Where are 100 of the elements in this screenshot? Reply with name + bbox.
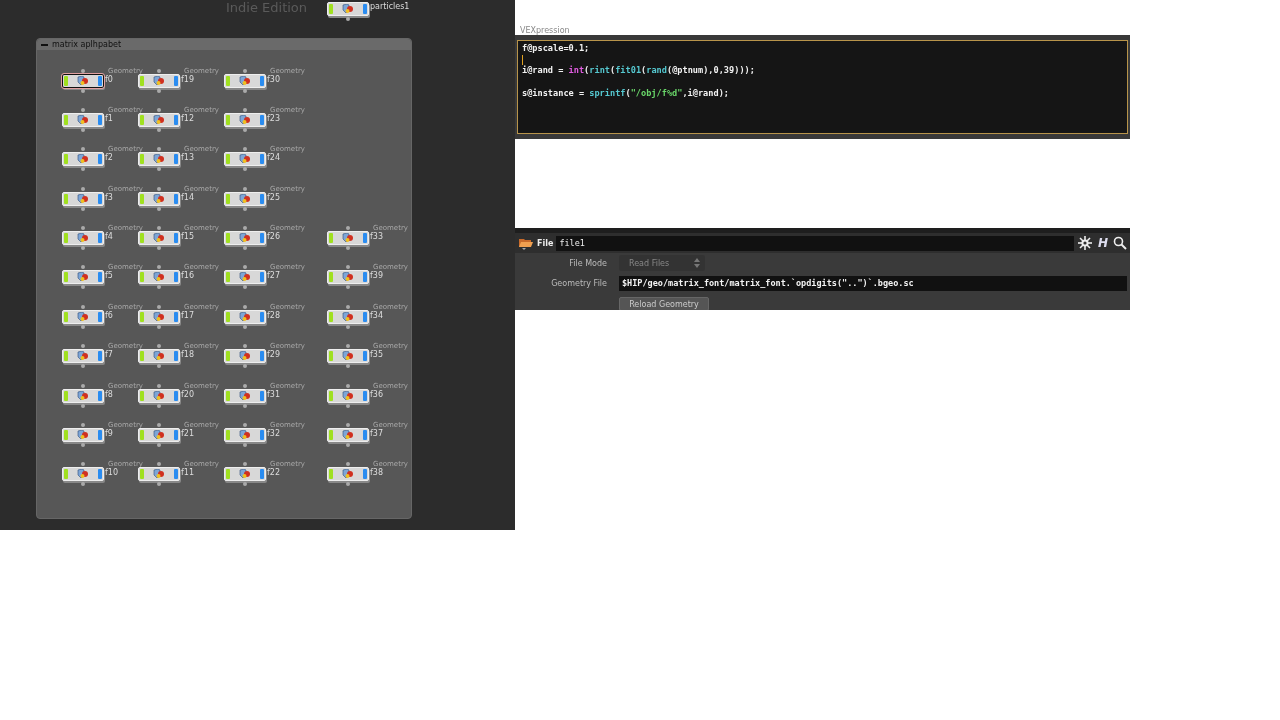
geometry-node-icon [77,193,89,204]
output-connector[interactable] [346,482,350,487]
node-name-field[interactable]: file1 [556,235,1074,251]
node-name: f24 [267,153,280,164]
output-connector[interactable] [157,442,161,447]
output-connector[interactable] [81,442,85,447]
output-connector[interactable] [243,167,247,172]
output-connector[interactable] [346,245,350,250]
output-connector[interactable] [81,403,85,408]
output-connector[interactable] [243,482,247,487]
input-connector[interactable] [81,422,85,427]
node-name: f1 [105,114,113,125]
output-connector[interactable] [243,88,247,93]
input-connector[interactable] [157,265,161,270]
input-connector[interactable] [243,108,247,113]
input-connector[interactable] [243,422,247,427]
input-connector[interactable] [243,186,247,191]
output-connector[interactable] [243,206,247,211]
output-connector[interactable] [81,167,85,172]
output-connector[interactable] [346,324,350,329]
input-connector[interactable] [81,265,85,270]
search-icon[interactable] [1113,236,1127,250]
output-connector[interactable] [243,324,247,329]
input-connector[interactable] [157,383,161,388]
output-connector[interactable] [243,128,247,133]
help-button[interactable]: H [1097,236,1108,250]
input-connector[interactable] [157,344,161,349]
input-connector[interactable] [346,383,350,388]
gear-icon[interactable] [1076,235,1093,251]
input-connector[interactable] [81,186,85,191]
output-connector[interactable] [243,364,247,369]
output-connector[interactable] [243,285,247,290]
input-connector[interactable] [157,226,161,231]
output-connector[interactable] [243,403,247,408]
output-connector[interactable] [81,285,85,290]
input-connector[interactable] [81,383,85,388]
folder-icon[interactable] [518,236,534,250]
input-connector[interactable] [346,304,350,309]
geometry-node-icon [239,75,251,86]
input-connector[interactable] [243,68,247,73]
output-connector[interactable] [346,403,350,408]
output-connector[interactable] [157,128,161,133]
code-editor[interactable]: f@pscale=0.1; i@rand = int(rint(fit01(rand(@ptnum),0,39))); s@instance = sprintf("/obj/f%d",i@rand); [517,40,1128,134]
output-connector[interactable] [346,17,350,21]
input-connector[interactable] [157,147,161,152]
input-connector[interactable] [157,108,161,113]
output-connector[interactable] [346,364,350,369]
output-connector[interactable] [81,88,85,93]
input-connector[interactable] [157,304,161,309]
output-connector[interactable] [81,364,85,369]
input-connector[interactable] [243,383,247,388]
input-connector[interactable] [346,422,350,427]
input-connector[interactable] [157,68,161,73]
input-connector[interactable] [81,344,85,349]
output-connector[interactable] [157,206,161,211]
output-connector[interactable] [81,324,85,329]
input-connector[interactable] [157,422,161,427]
geometry-node-icon [342,232,354,243]
output-connector[interactable] [157,324,161,329]
input-connector[interactable] [81,147,85,152]
input-connector[interactable] [346,225,350,230]
input-connector[interactable] [157,186,161,191]
input-connector[interactable] [81,108,85,113]
reload-button[interactable]: Reload Geometry [619,297,709,310]
parameter-label: File Mode [568,258,607,268]
output-connector[interactable] [346,442,350,447]
output-connector[interactable] [81,206,85,211]
input-connector[interactable] [81,226,85,231]
node-name: f35 [370,350,383,361]
geometry-node[interactable] [62,73,104,88]
output-connector[interactable] [157,246,161,251]
output-connector[interactable] [81,482,85,487]
input-connector[interactable] [243,304,247,309]
input-connector[interactable] [81,304,85,309]
output-connector[interactable] [81,128,85,133]
output-connector[interactable] [157,285,161,290]
input-connector[interactable] [346,344,350,349]
output-connector[interactable] [157,403,161,408]
output-connector[interactable] [81,246,85,251]
output-connector[interactable] [243,442,247,447]
output-connector[interactable] [346,285,350,290]
node-name: f19 [181,74,194,85]
output-connector[interactable] [157,88,161,93]
input-connector[interactable] [346,265,350,270]
input-connector[interactable] [243,462,247,467]
collapse-icon[interactable] [41,43,48,46]
node-name: f9 [105,428,113,439]
output-connector[interactable] [157,167,161,172]
output-connector[interactable] [157,364,161,369]
input-connector[interactable] [81,462,85,467]
input-connector[interactable] [346,462,350,467]
input-connector[interactable] [243,344,247,349]
input-connector[interactable] [243,226,247,231]
input-connector[interactable] [243,265,247,270]
output-connector[interactable] [243,246,247,251]
input-connector[interactable] [157,462,161,467]
input-connector[interactable] [81,68,85,73]
file-path-field[interactable]: $HIP/geo/matrix_font/matrix_font.`opdigits("..")`.bgeo.sc [619,275,1127,291]
output-connector[interactable] [157,482,161,487]
input-connector[interactable] [243,147,247,152]
